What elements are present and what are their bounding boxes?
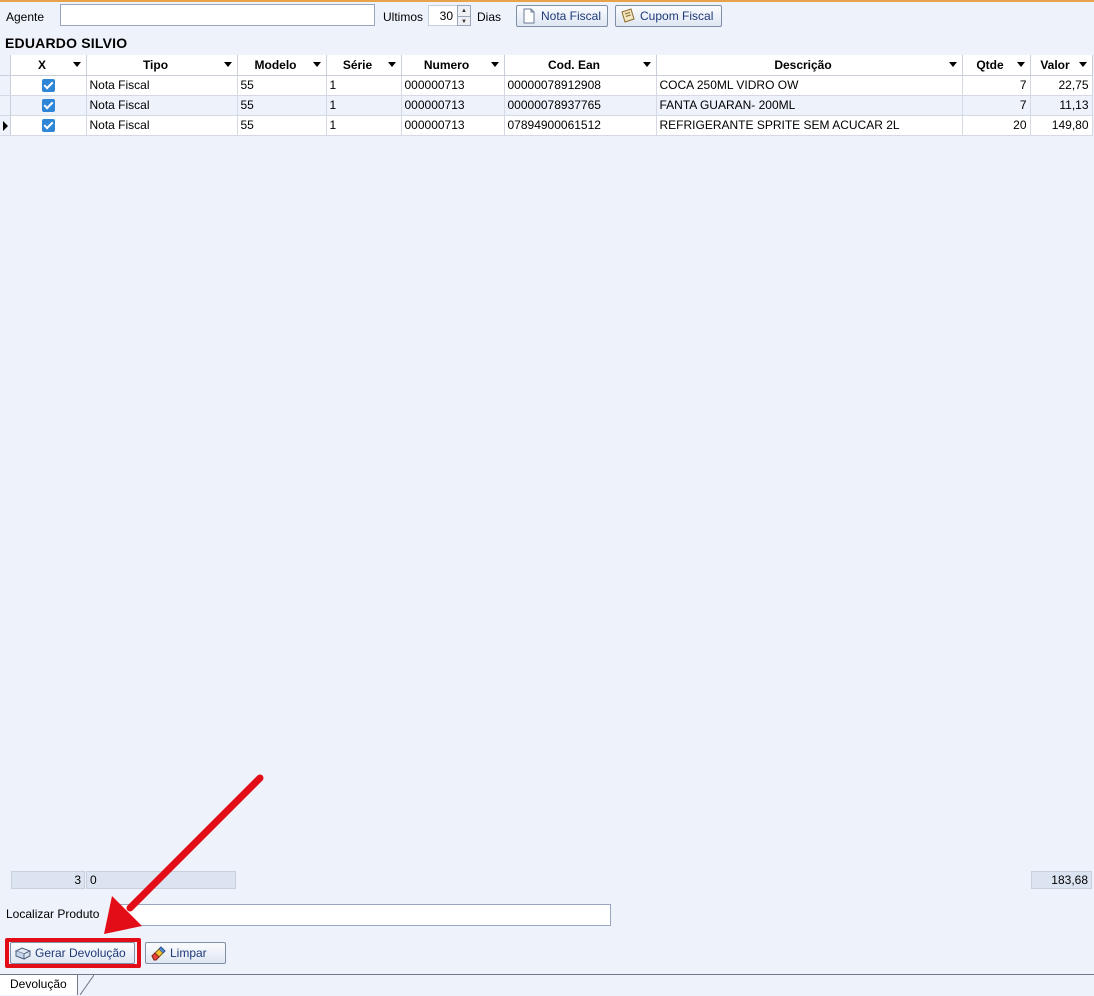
chevron-down-icon[interactable] xyxy=(948,62,957,67)
chevron-down-icon[interactable] xyxy=(223,62,232,67)
return-items-icon xyxy=(14,945,32,961)
nota-fiscal-label: Nota Fiscal xyxy=(541,9,602,23)
cell-numero[interactable]: 000000713 xyxy=(401,75,505,96)
cell-tipo[interactable]: Nota Fiscal xyxy=(86,95,238,116)
row-count-total: 3 xyxy=(11,871,85,889)
gerar-devolucao-button[interactable]: Gerar Devolução xyxy=(10,942,135,964)
row-indicator xyxy=(0,115,11,136)
days-spinner[interactable]: ▲ ▼ xyxy=(457,5,471,26)
tab-devolucao[interactable]: Devolução xyxy=(0,975,78,995)
cell-descricao[interactable]: FANTA GUARAN- 200ML xyxy=(656,95,963,116)
nota-fiscal-button[interactable]: Nota Fiscal xyxy=(516,5,608,27)
agent-input[interactable] xyxy=(60,4,375,26)
tab-bar: Devolução xyxy=(0,974,1094,996)
chevron-down-icon[interactable] xyxy=(490,62,499,67)
days-input[interactable] xyxy=(428,5,458,26)
cell-qtde[interactable]: 7 xyxy=(962,75,1031,96)
cupom-fiscal-label: Cupom Fiscal xyxy=(640,9,714,23)
column-header-x[interactable]: X xyxy=(10,55,87,76)
cell-descricao[interactable]: REFRIGERANTE SPRITE SEM ACUCAR 2L xyxy=(656,115,963,136)
chevron-down-icon[interactable] xyxy=(642,62,651,67)
cell-tipo[interactable]: Nota Fiscal xyxy=(86,75,238,96)
column-header-qtde[interactable]: Qtde xyxy=(962,55,1031,76)
chevron-down-icon[interactable] xyxy=(1016,62,1025,67)
cell-valor[interactable]: 22,75 xyxy=(1030,75,1093,96)
cell-qtde[interactable]: 7 xyxy=(962,95,1031,116)
column-header-tipo[interactable]: Tipo xyxy=(86,55,238,76)
spin-up-icon[interactable]: ▲ xyxy=(458,6,470,16)
cell-valor[interactable]: 11,13 xyxy=(1030,95,1093,116)
column-header-valor[interactable]: Valor xyxy=(1030,55,1093,76)
ultimos-label: Ultimos xyxy=(383,10,424,24)
checkbox-checked-icon[interactable] xyxy=(41,99,55,113)
table-row[interactable]: Nota Fiscal 55 1 000000713 0000007891290… xyxy=(0,75,1093,96)
limpar-label: Limpar xyxy=(170,946,207,960)
valor-total: 183,68 xyxy=(1031,871,1092,889)
document-icon xyxy=(521,8,537,24)
receipt-icon xyxy=(620,8,636,24)
tipo-total: 0 xyxy=(86,871,236,889)
cell-serie[interactable]: 1 xyxy=(326,75,402,96)
table-row[interactable]: Nota Fiscal 55 1 000000713 0000007893776… xyxy=(0,95,1093,116)
row-checkbox-cell[interactable] xyxy=(10,115,87,136)
limpar-button[interactable]: Limpar xyxy=(145,942,226,964)
filter-toolbar: Agente Ultimos ▲ ▼ Dias Nota Fiscal Cupo… xyxy=(0,4,1094,30)
chevron-down-icon[interactable] xyxy=(312,62,321,67)
column-header-serie[interactable]: Série xyxy=(326,55,402,76)
column-header-cod-ean[interactable]: Cod. Ean xyxy=(504,55,657,76)
product-search-input[interactable] xyxy=(110,904,611,926)
cell-modelo[interactable]: 55 xyxy=(237,115,327,136)
cupom-fiscal-button[interactable]: Cupom Fiscal xyxy=(615,5,722,27)
cell-numero[interactable]: 000000713 xyxy=(401,95,505,116)
chevron-down-icon[interactable] xyxy=(72,62,81,67)
cell-qtde[interactable]: 20 xyxy=(962,115,1031,136)
localizar-produto-label: Localizar Produto xyxy=(6,907,100,921)
dias-label: Dias xyxy=(477,10,502,24)
column-header-descricao[interactable]: Descrição xyxy=(656,55,963,76)
current-row-pointer-icon xyxy=(3,120,8,131)
eraser-icon xyxy=(150,945,166,961)
cell-valor[interactable]: 149,80 xyxy=(1030,115,1093,136)
cell-serie[interactable]: 1 xyxy=(326,115,402,136)
table-row-current[interactable]: Nota Fiscal 55 1 000000713 0789490006151… xyxy=(0,115,1093,136)
chevron-down-icon[interactable] xyxy=(387,62,396,67)
tab-edge xyxy=(80,975,94,995)
row-indicator xyxy=(0,95,11,116)
agent-label: Agente xyxy=(6,10,45,24)
checkbox-checked-icon[interactable] xyxy=(41,119,55,133)
column-header-numero[interactable]: Numero xyxy=(401,55,505,76)
customer-name: EDUARDO SILVIO xyxy=(5,35,128,51)
checkbox-checked-icon[interactable] xyxy=(41,79,55,93)
row-indicator xyxy=(0,75,11,96)
spin-down-icon[interactable]: ▼ xyxy=(458,16,470,26)
row-checkbox-cell[interactable] xyxy=(10,75,87,96)
cell-tipo[interactable]: Nota Fiscal xyxy=(86,115,238,136)
header-indicator xyxy=(0,55,11,76)
cell-cod-ean[interactable]: 00000078912908 xyxy=(504,75,657,96)
grid-header-row: X Tipo Modelo Série Numero Cod. Ean Desc… xyxy=(0,55,1093,76)
cell-cod-ean[interactable]: 00000078937765 xyxy=(504,95,657,116)
cell-modelo[interactable]: 55 xyxy=(237,75,327,96)
cell-modelo[interactable]: 55 xyxy=(237,95,327,116)
cell-descricao[interactable]: COCA 250ML VIDRO OW xyxy=(656,75,963,96)
row-checkbox-cell[interactable] xyxy=(10,95,87,116)
cell-numero[interactable]: 000000713 xyxy=(401,115,505,136)
annotation-arrow xyxy=(104,774,264,934)
cell-cod-ean[interactable]: 07894900061512 xyxy=(504,115,657,136)
top-accent-bar xyxy=(0,0,1094,2)
gerar-devolucao-label: Gerar Devolução xyxy=(35,946,126,960)
cell-serie[interactable]: 1 xyxy=(326,95,402,116)
chevron-down-icon[interactable] xyxy=(1078,62,1087,67)
items-grid: X Tipo Modelo Série Numero Cod. Ean Desc… xyxy=(0,55,1094,136)
column-header-modelo[interactable]: Modelo xyxy=(237,55,327,76)
